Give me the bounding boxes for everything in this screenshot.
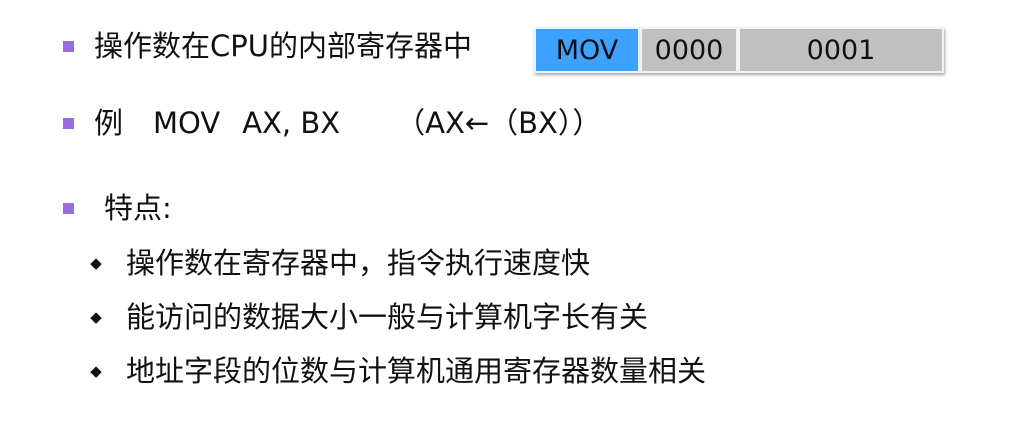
example-label: 例 <box>94 106 124 140</box>
feature-text: 地址字段的位数与计算机通用寄存器数量相关 <box>126 354 707 388</box>
features-title: 特点: <box>104 191 172 225</box>
line-text: 操作数在CPU的内部寄存器中 <box>94 29 472 63</box>
example-instruction: MOV <box>153 106 221 140</box>
opcode-field: MOV <box>536 29 638 71</box>
square-bullet-icon <box>63 41 74 52</box>
feature-item: ◆ 能访问的数据大小一般与计算机字长有关 <box>0 303 1019 332</box>
feature-item: ◆ 地址字段的位数与计算机通用寄存器数量相关 <box>0 357 1019 386</box>
feature-item: ◆ 操作数在寄存器中，指令执行速度快 <box>0 249 1019 278</box>
example-operands: AX, BX <box>242 106 341 140</box>
register-field-1: 0000 <box>642 29 736 71</box>
feature-text: 操作数在寄存器中，指令执行速度快 <box>126 246 591 280</box>
square-bullet-icon <box>63 118 74 129</box>
square-bullet-icon <box>63 203 74 214</box>
diamond-bullet-icon: ◆ <box>90 254 102 272</box>
diamond-bullet-icon: ◆ <box>90 362 102 380</box>
register-field-2: 0001 <box>740 29 942 71</box>
instruction-format-box: MOV 0000 0001 <box>534 27 944 73</box>
example-note: （AX←（BX）） <box>396 106 602 140</box>
bullet-line-features: 特点: <box>0 194 1019 223</box>
bullet-line-example: 例 MOV AX, BX （AX←（BX）） <box>0 109 1019 138</box>
feature-text: 能访问的数据大小一般与计算机字长有关 <box>126 300 649 334</box>
diamond-bullet-icon: ◆ <box>90 308 102 326</box>
